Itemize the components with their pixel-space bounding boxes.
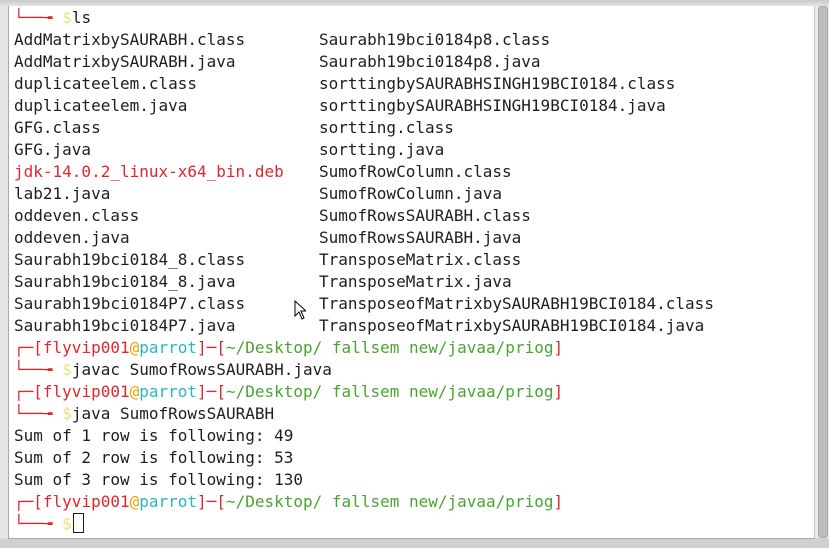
ls-output-row: Saurabh19bci0184_8.java TransposeMatrix.j…	[14, 271, 512, 293]
file-name: TransposeofMatrixbySAURABH19BCI0184.clas…	[319, 294, 714, 313]
file-name: AddMatrixbySAURABH.java	[14, 52, 236, 71]
ls-output-row: duplicateelem.class sorttingbySAURABHSING…	[14, 73, 675, 95]
file-name: Saurabh19bci0184p8.class	[319, 30, 551, 49]
command-text: java SumofRowsSAURABH	[71, 404, 275, 423]
prompt-frame-top: ┌─[	[14, 492, 43, 511]
file-name: GFG.class	[14, 118, 101, 137]
prompt-host: parrot	[139, 382, 198, 401]
ls-output-row: Saurabh19bci0184_8.class TransposeMatrix.…	[14, 249, 521, 271]
ls-output-row: oddeven.class SumofRowsSAURABH.class	[14, 205, 531, 227]
prompt-host: parrot	[139, 338, 198, 357]
file-name: Saurabh19bci0184p8.java	[319, 52, 541, 71]
program-output-line: Sum of 1 row is following: 49	[14, 426, 294, 445]
prompt-frame-bottom: └──╼	[14, 8, 63, 27]
prompt-dollar: $	[62, 360, 72, 379]
file-name: sortting.class	[319, 118, 454, 137]
prompt-dollar: $	[62, 514, 72, 533]
file-name: lab21.java	[14, 184, 111, 203]
ls-output-row: Saurabh19bci0184P7.java TransposeofMatrix…	[14, 315, 704, 337]
file-name: SumofRowsSAURABH.class	[319, 206, 531, 225]
ls-output-row: AddMatrixbySAURABH.class Saurabh19bci0184…	[14, 29, 550, 51]
file-name: TransposeMatrix.class	[319, 250, 522, 269]
file-name: Saurabh19bci0184P7.java	[14, 316, 236, 335]
prompt-at: @	[129, 382, 140, 401]
prompt-header: ┌─[flyvip001@parrot]─[~/Desktop/ fallsem…	[14, 337, 563, 359]
file-name: TransposeMatrix.java	[319, 272, 512, 291]
prompt-at: @	[129, 492, 140, 511]
command-text: javac SumofRowsSAURABH.java	[71, 360, 332, 379]
prompt-dollar: $	[62, 404, 72, 423]
program-output-line: Sum of 2 row is following: 53	[14, 448, 294, 467]
ls-output-row: GFG.class sortting.class	[14, 117, 454, 139]
prompt-separator: ]─[	[197, 492, 226, 511]
window-bottom-edge	[0, 539, 829, 548]
text-cursor[interactable]	[72, 513, 84, 533]
prompt-frame-close: ]	[553, 338, 564, 357]
file-name: sorttingbySAURABHSINGH19BCI0184.java	[319, 96, 666, 115]
prompt-separator: ]─[	[197, 338, 226, 357]
active-input-line[interactable]: └──╼ $	[14, 513, 84, 535]
terminal-scrollbar[interactable]	[814, 6, 829, 538]
scrollbar-thumb[interactable]	[818, 6, 828, 538]
prompt-frame-top: ┌─[	[14, 382, 43, 401]
prompt-separator: ]─[	[197, 382, 226, 401]
file-name: TransposeofMatrixbySAURABH19BCI0184.java	[319, 316, 705, 335]
prompt-user: flyvip001	[42, 338, 130, 357]
file-name: Saurabh19bci0184_8.java	[14, 272, 236, 291]
file-name: sorttingbySAURABHSINGH19BCI0184.class	[319, 74, 676, 93]
file-name: Saurabh19bci0184P7.class	[14, 294, 246, 313]
terminal-view[interactable]: └──╼ $ls AddMatrixbySAURABH.class Saurabh…	[8, 6, 815, 539]
file-name: AddMatrixbySAURABH.class	[14, 30, 246, 49]
prompt-frame-top: ┌─[	[14, 338, 43, 357]
ls-output-row: GFG.java sortting.java	[14, 139, 444, 161]
prompt-frame-bottom: └──╼	[14, 404, 63, 423]
file-name: oddeven.java	[14, 228, 130, 247]
file-name: GFG.java	[14, 140, 92, 159]
command-text: ls	[71, 8, 92, 27]
prompt-path: ~/Desktop/ fallsem new/javaa/priog	[225, 338, 554, 357]
file-name: SumofRowsSAURABH.java	[319, 228, 522, 247]
prompt-frame-bottom: └──╼	[14, 514, 63, 533]
mouse-pointer-icon	[294, 300, 306, 320]
file-name: SumofRowColumn.class	[319, 162, 512, 181]
prompt-frame-close: ]	[553, 382, 564, 401]
prompt-header: ┌─[flyvip001@parrot]─[~/Desktop/ fallsem…	[14, 381, 563, 403]
ls-output-row: Saurabh19bci0184P7.class TransposeofMatri…	[14, 293, 714, 315]
prompt-host: parrot	[139, 492, 198, 511]
terminal-line-compile-command: └──╼ $javac SumofRowsSAURABH.java	[14, 359, 332, 381]
prompt-dollar: $	[62, 8, 72, 27]
prompt-user: flyvip001	[42, 492, 130, 511]
terminal-line-run-command: └──╼ $java SumofRowsSAURABH	[14, 403, 274, 425]
ls-output-row: duplicateelem.java sorttingbySAURABHSINGH…	[14, 95, 666, 117]
ls-output-row: oddeven.java SumofRowsSAURABH.java	[14, 227, 521, 249]
file-name: sortting.java	[319, 140, 445, 159]
file-name: duplicateelem.class	[14, 74, 198, 93]
ls-output-row: jdk-14.0.2_linux-x64_bin.deb SumofRowColu…	[14, 161, 512, 183]
prompt-path: ~/Desktop/ fallsem new/javaa/priog	[225, 382, 554, 401]
desktop-window: └──╼ $ls AddMatrixbySAURABH.class Saurabh…	[0, 0, 829, 548]
file-name: oddeven.class	[14, 206, 140, 225]
file-name: Saurabh19bci0184_8.class	[14, 250, 246, 269]
prompt-header: ┌─[flyvip001@parrot]─[~/Desktop/ fallsem…	[14, 491, 563, 513]
prompt-frame-close: ]	[553, 492, 564, 511]
program-output-line: Sum of 3 row is following: 130	[14, 470, 303, 489]
prompt-user: flyvip001	[42, 382, 130, 401]
file-name: duplicateelem.java	[14, 96, 188, 115]
prompt-at: @	[129, 338, 140, 357]
file-name-deb-package: jdk-14.0.2_linux-x64_bin.deb	[14, 162, 284, 181]
prompt-path: ~/Desktop/ fallsem new/javaa/priog	[225, 492, 554, 511]
terminal-line-ls-command: └──╼ $ls	[14, 7, 91, 29]
ls-output-row: lab21.java SumofRowColumn.java	[14, 183, 502, 205]
prompt-frame-bottom: └──╼	[14, 360, 63, 379]
ls-output-row: AddMatrixbySAURABH.java Saurabh19bci0184p…	[14, 51, 541, 73]
file-name: SumofRowColumn.java	[319, 184, 503, 203]
